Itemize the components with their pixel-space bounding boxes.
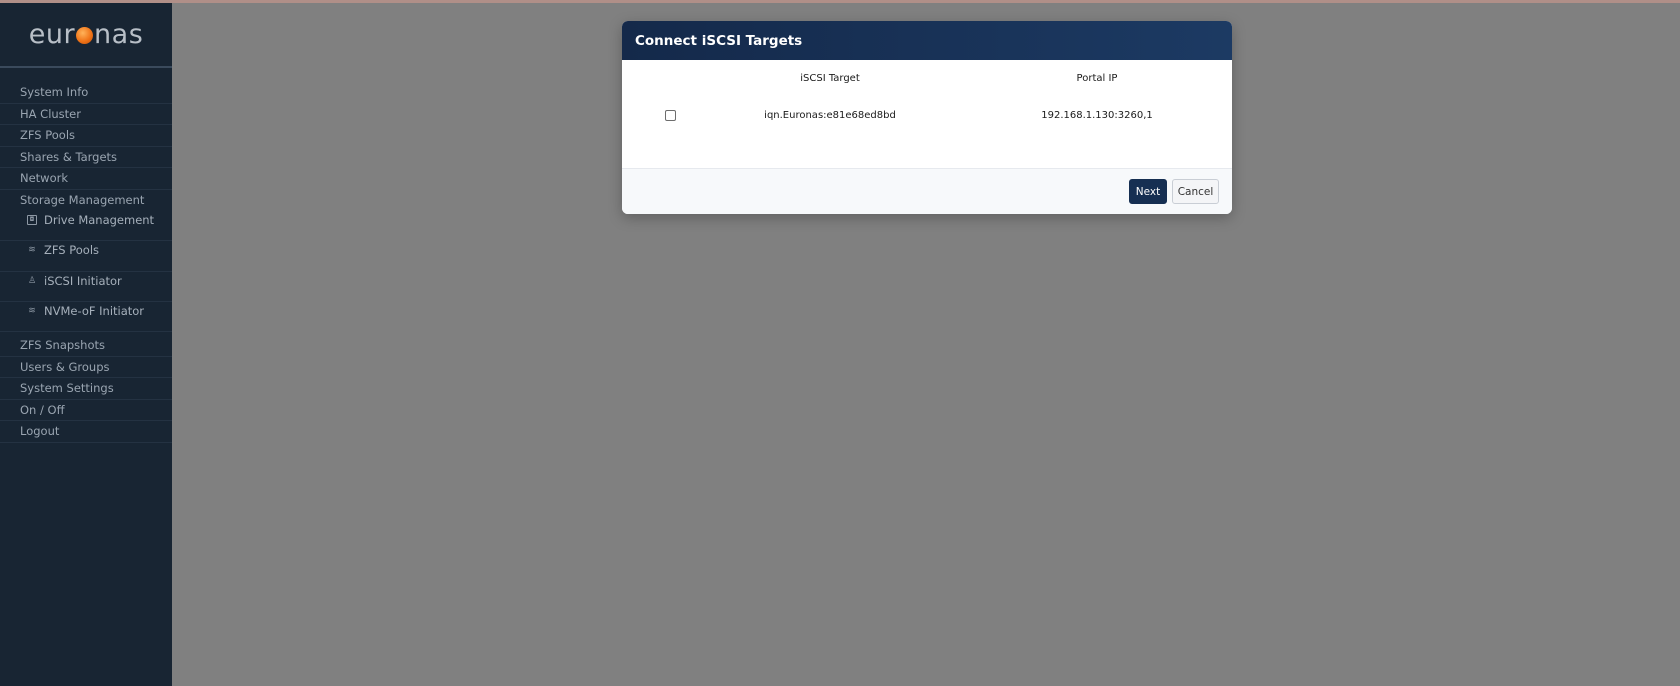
dialog-header: Connect iSCSI Targets <box>622 21 1232 60</box>
sidebar-item-label: Shares & Targets <box>20 149 118 164</box>
pool-icon: ≋ <box>28 245 36 256</box>
sidebar-subitem-label: iSCSI Initiator <box>44 273 122 288</box>
sidebar-item-network[interactable]: Network <box>0 168 172 190</box>
sidebar-subitem-iscsi-initiator[interactable]: ♙ iSCSI Initiator <box>0 272 172 302</box>
sidebar-subitem-zfs-pools[interactable]: ≋ ZFS Pools <box>0 241 172 272</box>
next-button[interactable]: Next <box>1129 179 1167 204</box>
sidebar-subitem-label: ZFS Pools <box>44 243 100 258</box>
sidebar-item-zfs-pools[interactable]: ZFS Pools <box>0 125 172 147</box>
sidebar: eur nas System Info HA Cluster ZFS Pools … <box>0 3 172 686</box>
sidebar-item-label: ZFS Snapshots <box>20 338 105 353</box>
sidebar-item-zfs-snapshots[interactable]: ZFS Snapshots <box>0 335 172 357</box>
sidebar-item-label: Users & Groups <box>20 359 110 374</box>
sidebar-item-on-off[interactable]: On / Off <box>0 400 172 422</box>
logo-orb-icon <box>76 27 94 44</box>
drive-icon: ◘ <box>27 215 37 225</box>
logo-text-right: nas <box>94 19 144 50</box>
column-header-portal-ip: Portal IP <box>1076 73 1118 84</box>
sidebar-item-logout[interactable]: Logout <box>0 421 172 443</box>
sidebar-item-storage-management[interactable]: Storage Management <box>0 190 172 212</box>
top-accent-line <box>0 0 1680 3</box>
target-iqn-cell: iqn.Euronas:e81e68ed8bd <box>764 110 896 121</box>
portal-ip-cell: 192.168.1.130:3260,1 <box>1041 110 1153 121</box>
sidebar-subitem-drive-management[interactable]: ◘ Drive Management <box>0 211 172 242</box>
targets-table: iSCSI Target Portal IP iqn.Euronas:e81e6… <box>622 60 1232 169</box>
sidebar-item-label: System Settings <box>20 381 114 396</box>
sidebar-subitem-label: Drive Management <box>44 213 155 227</box>
target-select-checkbox[interactable] <box>665 110 676 121</box>
sidebar-item-label: On / Off <box>20 402 65 417</box>
dialog-footer: Next Cancel <box>622 169 1232 214</box>
column-header-iscsi-target: iSCSI Target <box>800 73 860 84</box>
sidebar-subitem-label: NVMe-oF Initiator <box>44 303 145 318</box>
initiator-icon: ♙ <box>27 275 37 286</box>
sidebar-item-system-settings[interactable]: System Settings <box>0 378 172 400</box>
sidebar-item-label: System Info <box>20 85 89 100</box>
sidebar-item-label: Storage Management <box>20 193 145 208</box>
sidebar-item-label: ZFS Pools <box>20 128 76 143</box>
cancel-button[interactable]: Cancel <box>1172 179 1219 204</box>
nvme-icon: ≋ <box>28 305 36 316</box>
sidebar-item-label: Network <box>20 171 69 186</box>
sidebar-item-shares-targets[interactable]: Shares & Targets <box>0 147 172 168</box>
sidebar-item-system-info[interactable]: System Info <box>0 82 172 104</box>
sidebar-menu: System Info HA Cluster ZFS Pools Shares … <box>0 68 172 443</box>
dialog-title: Connect iSCSI Targets <box>635 32 803 49</box>
connect-iscsi-targets-dialog: Connect iSCSI Targets iSCSI Target Porta… <box>622 21 1232 214</box>
euronas-logo[interactable]: eur nas <box>0 3 172 68</box>
sidebar-item-label: Logout <box>20 424 60 439</box>
logo-text-left: eur <box>28 19 76 50</box>
sidebar-subitem-nvme-of-initiator[interactable]: ≋ NVMe-oF Initiator <box>0 302 172 333</box>
sidebar-item-ha-cluster[interactable]: HA Cluster <box>0 104 172 125</box>
sidebar-item-users-groups[interactable]: Users & Groups <box>0 357 172 379</box>
sidebar-item-label: HA Cluster <box>20 106 81 121</box>
